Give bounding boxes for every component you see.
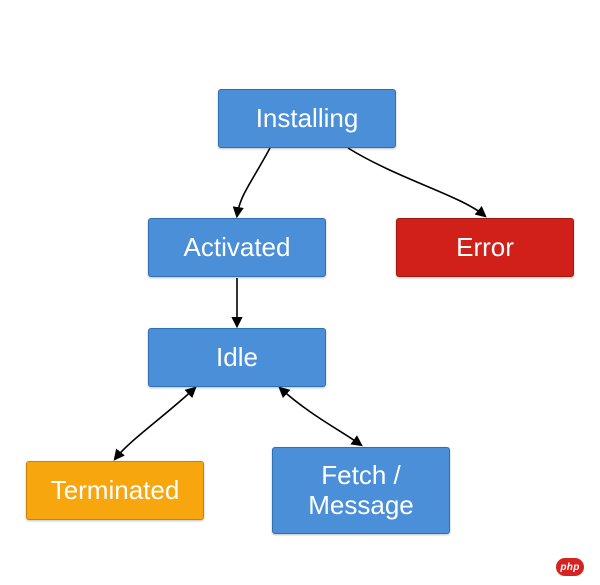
node-idle: Idle [148, 328, 326, 387]
node-label: Error [456, 233, 514, 263]
edge-installing-error [348, 148, 485, 216]
node-label: Fetch / Message [308, 461, 414, 521]
node-terminated: Terminated [26, 461, 204, 520]
node-label: Installing [256, 104, 359, 134]
edge-idle-fetch [280, 388, 361, 445]
php-badge: php [556, 558, 584, 576]
edge-idle-terminated [115, 388, 195, 459]
node-fetch-message: Fetch / Message [272, 447, 450, 534]
edge-installing-activated [237, 148, 270, 216]
badge-text: php [560, 562, 579, 573]
node-label: Idle [216, 343, 258, 373]
node-activated: Activated [148, 218, 326, 277]
node-error: Error [396, 218, 574, 277]
node-label: Activated [184, 233, 291, 263]
diagram-stage: Installing Activated Error Idle Terminat… [0, 0, 600, 585]
node-label: Terminated [51, 476, 180, 506]
node-installing: Installing [218, 89, 396, 148]
